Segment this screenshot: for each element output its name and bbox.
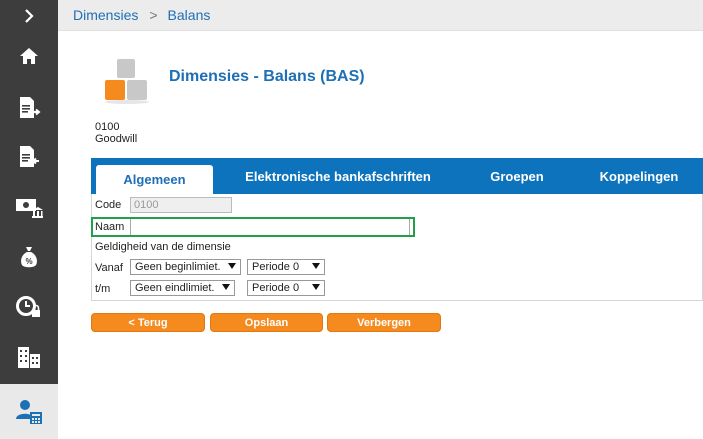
sidebar-item-outgoing-documents[interactable] [0, 84, 58, 132]
svg-text:%: % [25, 257, 32, 266]
naam-field[interactable] [130, 219, 410, 235]
code-field [130, 197, 232, 213]
tab-elektronische-bankafschriften[interactable]: Elektronische bankafschriften [231, 158, 445, 194]
sidebar: % [0, 0, 58, 439]
dropdown-arrow-icon [312, 284, 320, 290]
to-limit-value: Geen eindlimiet. [135, 282, 215, 294]
naam-label: Naam [95, 221, 125, 233]
sidebar-item-finance[interactable]: % [0, 233, 58, 281]
from-limit-select[interactable]: Geen beginlimiet. [130, 259, 241, 275]
dimension-cubes-logo [105, 59, 149, 104]
page-title: Dimensies - Balans (BAS) [169, 68, 365, 85]
from-label: Vanaf [95, 262, 123, 274]
home-icon [20, 48, 38, 64]
sidebar-item-companies[interactable] [0, 333, 58, 381]
document-in-icon [20, 146, 39, 167]
from-period-select[interactable]: Periode 0 [247, 259, 325, 275]
code-label: Code [95, 199, 122, 211]
hide-button[interactable]: Verbergen [327, 313, 441, 332]
chevron-right-icon [25, 9, 34, 23]
tab-koppelingen[interactable]: Koppelingen [589, 158, 689, 194]
tab-algemeen[interactable]: Algemeen [96, 165, 213, 194]
document-out-icon [20, 97, 41, 118]
tab-bar: Algemeen Elektronische bankafschriften G… [91, 158, 703, 194]
account-name: Goodwill [95, 133, 138, 145]
breadcrumb: Dimensies > Balans [58, 0, 703, 31]
bank-icon [16, 199, 43, 218]
dropdown-arrow-icon [222, 284, 230, 290]
breadcrumb-item-dimensies[interactable]: Dimensies [73, 7, 138, 23]
sidebar-item-periods[interactable] [0, 283, 58, 331]
clock-lock-icon [16, 296, 40, 317]
account-code: 0100 [95, 121, 120, 133]
expand-sidebar-button[interactable] [0, 0, 58, 32]
back-button[interactable]: < Terug [91, 313, 205, 332]
buildings-icon [18, 347, 40, 368]
breadcrumb-item-balans[interactable]: Balans [168, 7, 211, 23]
to-label: t/m [95, 283, 111, 295]
breadcrumb-separator-icon: > [149, 7, 158, 23]
dropdown-arrow-icon [228, 263, 236, 269]
user-calculator-icon [16, 399, 42, 424]
sidebar-item-dimensions[interactable] [0, 384, 58, 439]
money-bag-icon: % [21, 247, 37, 268]
to-period-select[interactable]: Periode 0 [247, 280, 325, 296]
save-button[interactable]: Opslaan [210, 313, 323, 332]
dropdown-arrow-icon [312, 263, 320, 269]
sidebar-item-home[interactable] [0, 32, 58, 80]
validity-label: Geldigheid van de dimensie [95, 241, 231, 253]
tab-groepen[interactable]: Groepen [476, 158, 558, 194]
to-period-value: Periode 0 [252, 282, 300, 294]
from-limit-value: Geen beginlimiet. [135, 261, 221, 273]
sidebar-item-incoming-documents[interactable] [0, 133, 58, 181]
sidebar-item-bank[interactable] [0, 183, 58, 231]
from-period-value: Periode 0 [252, 261, 300, 273]
to-limit-select[interactable]: Geen eindlimiet. [130, 280, 235, 296]
